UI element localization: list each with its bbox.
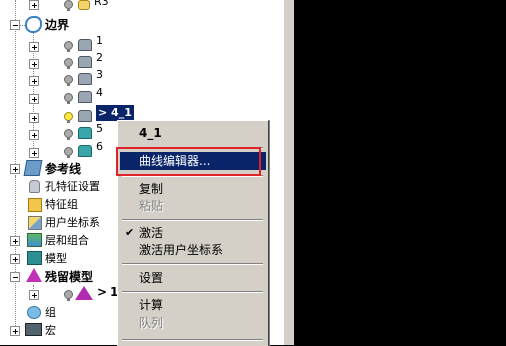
residual-item-icon: [75, 286, 93, 300]
menu-item-activate[interactable]: ✔ 激活: [120, 224, 266, 242]
group-icon: [27, 306, 41, 319]
menu-title: 4_1: [139, 126, 162, 140]
tree-item-boundary[interactable]: 边界: [45, 16, 69, 33]
residual-model-icon: [26, 268, 42, 282]
expand-toggle[interactable]: [29, 42, 39, 52]
menu-item-copy[interactable]: 复制: [120, 180, 266, 198]
tree-item-r3[interactable]: R3: [94, 0, 109, 8]
layers-icon: [27, 233, 42, 247]
tree-item-boundary-4[interactable]: 4: [96, 86, 103, 99]
collapse-toggle[interactable]: [10, 20, 20, 30]
tree-item-user-cs[interactable]: 用户坐标系: [45, 214, 100, 230]
visibility-bulb-icon[interactable]: [64, 41, 73, 52]
tree-item-macro[interactable]: 宏: [45, 322, 56, 338]
boundary-item-icon: [78, 110, 92, 122]
tree-item-boundary-3[interactable]: 3: [96, 68, 103, 81]
tree-item-boundary-selected[interactable]: > 4_1: [96, 105, 134, 121]
tree-item-boundary-6[interactable]: 6: [96, 140, 103, 153]
menu-separator: [122, 263, 263, 265]
visibility-bulb-icon[interactable]: [64, 58, 73, 69]
tree-item-hole-feature[interactable]: 孔特征设置: [45, 178, 100, 194]
menu-item-queue: 队列: [139, 316, 164, 330]
tree-item-boundary-2[interactable]: 2: [96, 51, 103, 64]
hole-feature-icon: [29, 180, 40, 193]
visibility-bulb-icon[interactable]: [64, 0, 73, 11]
expand-toggle[interactable]: [29, 59, 39, 69]
expand-toggle[interactable]: [29, 148, 39, 158]
visibility-bulb-icon[interactable]: [64, 290, 73, 301]
visibility-bulb-icon[interactable]: [64, 112, 73, 123]
tree-item-group[interactable]: 组: [45, 304, 56, 320]
boundary-folder-icon: [25, 16, 42, 33]
menu-separator: [122, 219, 263, 221]
check-icon: ✔: [125, 226, 135, 239]
expand-toggle[interactable]: [29, 113, 39, 123]
expand-toggle[interactable]: [29, 0, 39, 10]
user-coordinate-icon: [28, 216, 42, 230]
model-icon: [27, 251, 42, 265]
boundary-icon: [78, 0, 90, 10]
visibility-bulb-icon[interactable]: [64, 129, 73, 140]
boundary-item-icon: [78, 73, 92, 85]
expand-toggle[interactable]: [10, 236, 20, 246]
tree-item-layers[interactable]: 层和组合: [45, 232, 89, 248]
expand-toggle[interactable]: [29, 76, 39, 86]
visibility-bulb-icon[interactable]: [64, 93, 73, 104]
expand-toggle[interactable]: [10, 326, 20, 336]
boundary-item-icon: [78, 127, 92, 139]
expand-toggle[interactable]: [10, 254, 20, 264]
menu-item-calculate[interactable]: 计算: [120, 296, 266, 314]
boundary-item-icon: [78, 91, 92, 103]
selected-marker: >: [98, 106, 112, 119]
expand-toggle[interactable]: [29, 94, 39, 104]
visibility-bulb-icon[interactable]: [64, 147, 73, 158]
menu-separator: [122, 339, 263, 341]
visibility-bulb-icon[interactable]: [64, 75, 73, 86]
expand-toggle[interactable]: [29, 130, 39, 140]
boundary-item-label: 4_1: [111, 106, 132, 119]
tree-scrollbar[interactable]: [283, 0, 294, 345]
tree-item-ref-lines[interactable]: 参考线: [45, 160, 81, 177]
tree-item-boundary-5[interactable]: 5: [96, 122, 103, 135]
highlight-annotation-box: [116, 147, 261, 176]
feature-group-icon: [28, 198, 42, 212]
boundary-item-icon: [78, 56, 92, 68]
tree-item-model[interactable]: 模型: [45, 250, 67, 266]
tree-item-boundary-1[interactable]: 1: [96, 34, 103, 47]
expand-toggle[interactable]: [29, 290, 39, 300]
menu-separator: [122, 291, 263, 293]
boundary-item-icon: [78, 39, 92, 51]
menu-item-settings[interactable]: 设置: [120, 269, 266, 287]
boundary-item-icon: [78, 145, 92, 157]
tree-item-residual-model[interactable]: 残留模型: [45, 268, 93, 285]
collapse-toggle[interactable]: [10, 272, 20, 282]
reference-lines-icon: [23, 160, 43, 176]
menu-item-activate-ucs[interactable]: 激活用户坐标系: [120, 241, 266, 259]
menu-item-paste: 粘贴: [139, 199, 164, 213]
macro-icon: [25, 323, 42, 336]
residual-item-marker: >: [97, 285, 108, 299]
tree-item-feature-group[interactable]: 特征组: [45, 196, 78, 212]
expand-toggle[interactable]: [10, 164, 20, 174]
